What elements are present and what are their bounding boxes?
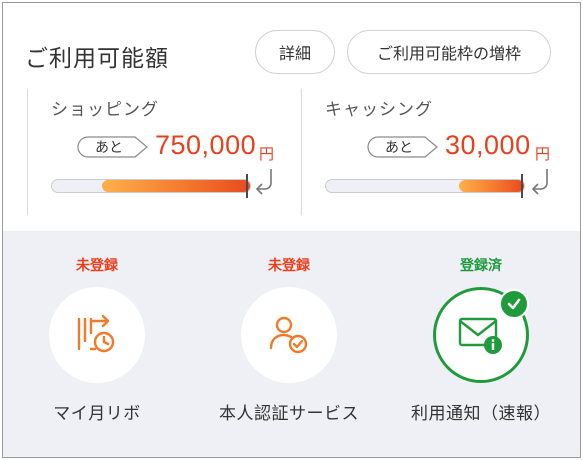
- return-arrow-icon: [255, 169, 272, 195]
- user-verified-icon: [269, 316, 308, 354]
- service-status: 登録済: [460, 258, 502, 274]
- divider-left: [27, 89, 28, 215]
- identity-verification-button[interactable]: [241, 287, 337, 383]
- cashing-remaining-pill: あと: [367, 136, 439, 158]
- cashing-unit: 円: [535, 145, 551, 163]
- shopping-label: ショッピング: [51, 100, 159, 120]
- shopping-limit-bar: [51, 179, 251, 193]
- shopping-remaining-pill: あと: [77, 136, 149, 158]
- shopping-remaining-prefix: あと: [95, 140, 123, 156]
- cashing-remaining-prefix: あと: [385, 140, 413, 156]
- cashing-label: キャッシング: [325, 100, 433, 120]
- divider-middle: [301, 89, 302, 215]
- service-label: 利用通知（速報）: [411, 404, 551, 424]
- shopping-unit: 円: [259, 145, 275, 163]
- cashing-bar-cap: [521, 174, 523, 198]
- return-arrow-icon: [531, 169, 548, 195]
- available-credit-card: ご利用可能額 詳細 ご利用可能枠の増枠 ショッピング あと 750,000 円 …: [2, 2, 581, 458]
- service-status: 未登録: [268, 258, 310, 274]
- cashing-amount: 30,000: [445, 130, 531, 160]
- shopping-bar-cap: [246, 174, 248, 198]
- increase-limit-button[interactable]: ご利用可能枠の増枠: [347, 30, 551, 74]
- detail-button[interactable]: 詳細: [255, 30, 335, 74]
- shopping-amount: 750,000: [155, 130, 257, 160]
- page-title: ご利用可能額: [25, 46, 169, 72]
- revolving-calendar-icon: [77, 314, 115, 353]
- service-label: マイ月リボ: [53, 404, 141, 424]
- service-label: 本人認証サービス: [219, 404, 359, 424]
- service-status: 未登録: [76, 258, 118, 274]
- my-monthly-revo-button[interactable]: [49, 287, 145, 383]
- cashing-limit-bar: [325, 179, 525, 193]
- shopping-bar-fill: [101, 180, 250, 192]
- cashing-bar-fill: [458, 180, 524, 192]
- services-panel: 未登録 マイ月リボ 未登録 本人認証サービス 登録済 利用通知（速報）: [3, 231, 580, 457]
- check-icon: [499, 289, 529, 319]
- mail-info-icon: [458, 317, 502, 354]
